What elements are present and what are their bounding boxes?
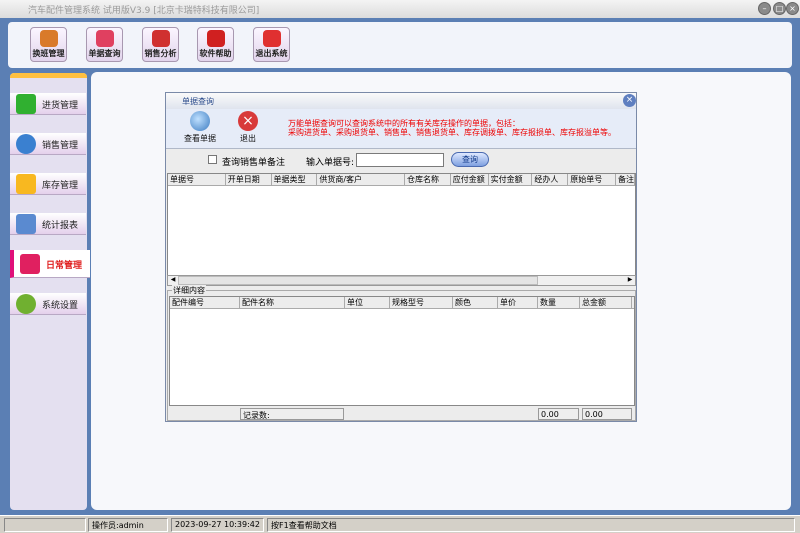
close-circle-icon: × (238, 111, 258, 131)
search-remarks-checkbox[interactable] (208, 155, 217, 164)
toolbar-button-label: 退出系统 (255, 49, 288, 58)
toolbar-button-label: 软件帮助 (199, 49, 232, 58)
sidebar-item-2[interactable]: 库存管理 (10, 173, 86, 195)
detail-column-header[interactable]: 规格型号 (390, 297, 453, 308)
search-row: 查询销售单备注 输入单据号: 查询 (166, 149, 636, 173)
column-header[interactable]: 单据号 (168, 174, 226, 185)
dialog-close-button[interactable]: × (623, 94, 636, 107)
toolbar-button-label: 单据查询 (88, 49, 121, 58)
notice-text: 万能单据查询可以查询系统中的所有有关库存操作的单据，包括： 采购进货单、采购退货… (288, 119, 616, 137)
sidebar-item-label: 库存管理 (42, 181, 79, 191)
sidebar-item-0[interactable]: 进货管理 (10, 93, 86, 115)
detail-column-header[interactable]: 配件名称 (240, 297, 345, 308)
checkbox-label: 查询销售单备注 (222, 158, 286, 168)
star-icon (16, 174, 36, 194)
scroll-right-arrow-icon[interactable]: ▶ (625, 276, 635, 285)
column-header[interactable]: 备注 (616, 174, 635, 185)
detail-table[interactable]: 配件编号 配件名称 单位 规格型号 颜色 单价 数量 总金额 (169, 296, 635, 406)
exit-button[interactable]: × 退出 (238, 111, 258, 144)
horizontal-scrollbar[interactable]: ◀ ▶ (167, 275, 636, 286)
detail-table-header: 配件编号 配件名称 单位 规格型号 颜色 单价 数量 总金额 (170, 297, 634, 309)
dialog-action-panel: 查看单据 × 退出 万能单据查询可以查询系统中的所有有关库存操作的单据，包括： … (166, 109, 636, 149)
toolbar (8, 22, 792, 68)
total-quantity: 0.00 (538, 408, 579, 420)
users-icon (39, 30, 58, 47)
detail-column-header[interactable]: 数量 (538, 297, 580, 308)
pie-chart-icon (16, 134, 36, 154)
total-amount: 0.00 (582, 408, 632, 420)
notice-line-1: 万能单据查询可以查询系统中的所有有关库存操作的单据，包括： (288, 119, 520, 128)
column-header[interactable]: 实付金额 (489, 174, 533, 185)
title-bar: 汽车配件管理系统 试用版V3.9 [北京卡瑞特科技有限公司] (0, 0, 800, 18)
detail-column-header[interactable]: 总金额 (580, 297, 632, 308)
toolbar-button-3[interactable]: 软件帮助 (197, 27, 234, 62)
record-count: 记录数: (240, 408, 344, 420)
toolbar-button-1[interactable]: 单据查询 (86, 27, 123, 62)
bar-chart-icon (151, 30, 170, 47)
detail-column-header[interactable]: 配件编号 (170, 297, 240, 308)
toolbar-button-label: 销售分析 (144, 49, 177, 58)
toolbar-button-label: 换班管理 (32, 49, 65, 58)
sidebar-item-label: 日常管理 (46, 261, 83, 271)
sidebar-item-4[interactable]: 日常管理 (10, 250, 90, 278)
detail-column-header[interactable]: 颜色 (453, 297, 498, 308)
status-hint: 按F1查看帮助文档 (267, 518, 795, 532)
detail-column-header[interactable]: 单位 (345, 297, 390, 308)
magnifier-document-icon (190, 111, 210, 131)
detail-group-label: 详细内容 (172, 285, 206, 296)
view-bill-label: 查看单据 (184, 134, 216, 143)
exit-label: 退出 (240, 134, 256, 143)
sidebar-item-label: 统计报表 (42, 221, 79, 231)
sidebar-item-3[interactable]: 统计报表 (10, 213, 86, 235)
column-header[interactable]: 单据类型 (272, 174, 318, 185)
status-bar: 操作员:admin 2023-09-27 10:39:42 按F1查看帮助文档 (0, 515, 800, 533)
plus-icon (16, 94, 36, 114)
dialog-title: 单据查询 (182, 97, 214, 106)
dialog-title-bar: 单据查询 (166, 93, 636, 109)
sidebar-accent (10, 73, 87, 78)
status-datetime: 2023-09-27 10:39:42 (171, 518, 264, 532)
scrollbar-thumb[interactable] (178, 276, 538, 285)
scroll-left-arrow-icon[interactable]: ◀ (168, 276, 178, 285)
minimize-button[interactable]: – (758, 2, 771, 15)
column-header[interactable]: 供货商/客户 (317, 174, 405, 185)
bar-chart-icon (16, 214, 36, 234)
sidebar-item-5[interactable]: 系统设置 (10, 293, 86, 315)
toolbar-button-2[interactable]: 销售分析 (142, 27, 179, 62)
view-bill-button[interactable]: 查看单据 (184, 111, 216, 144)
query-button[interactable]: 查询 (451, 152, 489, 167)
bill-table-header: 单据号 开单日期 单据类型 供货商/客户 仓库名称 应付金额 实付金额 经办人 原始单号 备注 (168, 174, 635, 186)
close-button[interactable]: × (786, 2, 799, 15)
status-blank (4, 518, 86, 532)
sidebar-item-label: 进货管理 (42, 101, 79, 111)
maximize-button[interactable]: □ (773, 2, 786, 15)
column-header[interactable]: 经办人 (532, 174, 569, 185)
tools-icon (20, 254, 40, 274)
toolbar-button-4[interactable]: 退出系统 (253, 27, 290, 62)
magnifier-icon (95, 30, 114, 47)
column-header[interactable]: 仓库名称 (405, 174, 451, 185)
sidebar-item-1[interactable]: 销售管理 (10, 133, 86, 155)
column-header[interactable]: 原始单号 (568, 174, 617, 185)
toolbar-button-0[interactable]: 换班管理 (30, 27, 67, 62)
bill-number-input[interactable] (356, 153, 444, 167)
status-operator: 操作员:admin (88, 518, 168, 532)
sidebar-item-label: 系统设置 (42, 301, 79, 311)
sidebar-item-label: 销售管理 (42, 141, 79, 151)
bill-query-dialog: 单据查询 × 查看单据 × 退出 万能单据查询可以查询系统中的所有有关库存操作的… (165, 92, 637, 422)
power-icon (262, 30, 281, 47)
detail-column-header[interactable]: 单价 (498, 297, 538, 308)
help-icon (206, 30, 225, 47)
gear-icon (16, 294, 36, 314)
window-title: 汽车配件管理系统 试用版V3.9 [北京卡瑞特科技有限公司] (28, 6, 260, 16)
bill-table[interactable]: 单据号 开单日期 单据类型 供货商/客户 仓库名称 应付金额 实付金额 经办人 原始单号 备注 (167, 173, 636, 286)
notice-line-2: 采购进货单、采购退货单、销售单、销售退货单、库存调拨单、库存报损单、库存报溢单等… (288, 128, 616, 137)
bill-number-label: 输入单据号: (306, 158, 355, 168)
column-header[interactable]: 开单日期 (226, 174, 272, 185)
column-header[interactable]: 应付金额 (451, 174, 489, 185)
